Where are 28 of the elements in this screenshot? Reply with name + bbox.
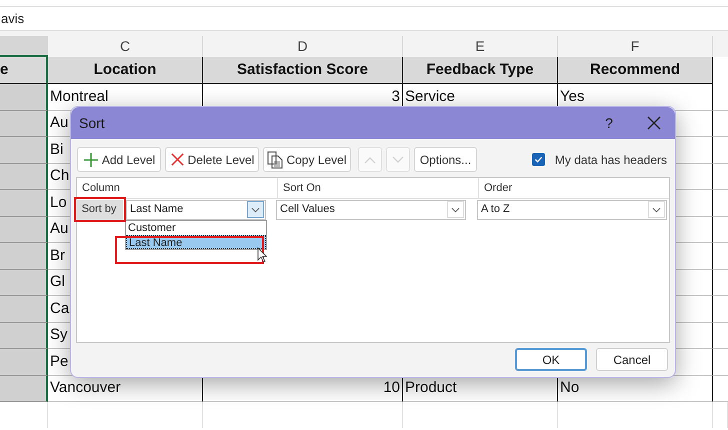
add-level-button[interactable]: Add Level — [77, 147, 161, 172]
dropdown-field[interactable]: A to Z — [477, 200, 667, 220]
checkbox-label: My data has headers — [554, 152, 667, 168]
column-heading: Sort On — [283, 180, 321, 196]
dialog-title: Sort — [79, 114, 106, 132]
column-header — [0, 36, 48, 57]
header-cell: Satisfaction Score — [203, 57, 403, 84]
options-button[interactable]: Options... — [414, 147, 477, 172]
dropdown-field[interactable]: Cell Values — [276, 200, 466, 220]
checkmark-icon — [534, 155, 543, 164]
column-heading: Order — [484, 180, 512, 196]
ok-button[interactable]: OK — [515, 348, 587, 371]
delete-level-button[interactable]: Delete Level — [165, 147, 259, 172]
row-label: Sort by — [75, 200, 123, 220]
copy-icon — [267, 150, 284, 168]
checkbox[interactable] — [532, 153, 545, 166]
header-cell: e — [0, 57, 48, 84]
header-cell: Recommend — [558, 57, 713, 84]
header-cell: Location — [48, 57, 203, 84]
plus-icon — [82, 152, 99, 168]
delete-icon — [170, 152, 185, 167]
header-cell: Feedback Type — [403, 57, 558, 84]
close-button[interactable] — [647, 116, 661, 130]
cancel-button[interactable]: Cancel — [596, 348, 668, 371]
formula-bar-text: avis — [0, 10, 24, 28]
dropdown-field[interactable]: Last Name — [126, 200, 266, 220]
help-button[interactable]: ? — [599, 112, 619, 134]
copy-level-button[interactable]: Copy Level — [263, 147, 351, 172]
